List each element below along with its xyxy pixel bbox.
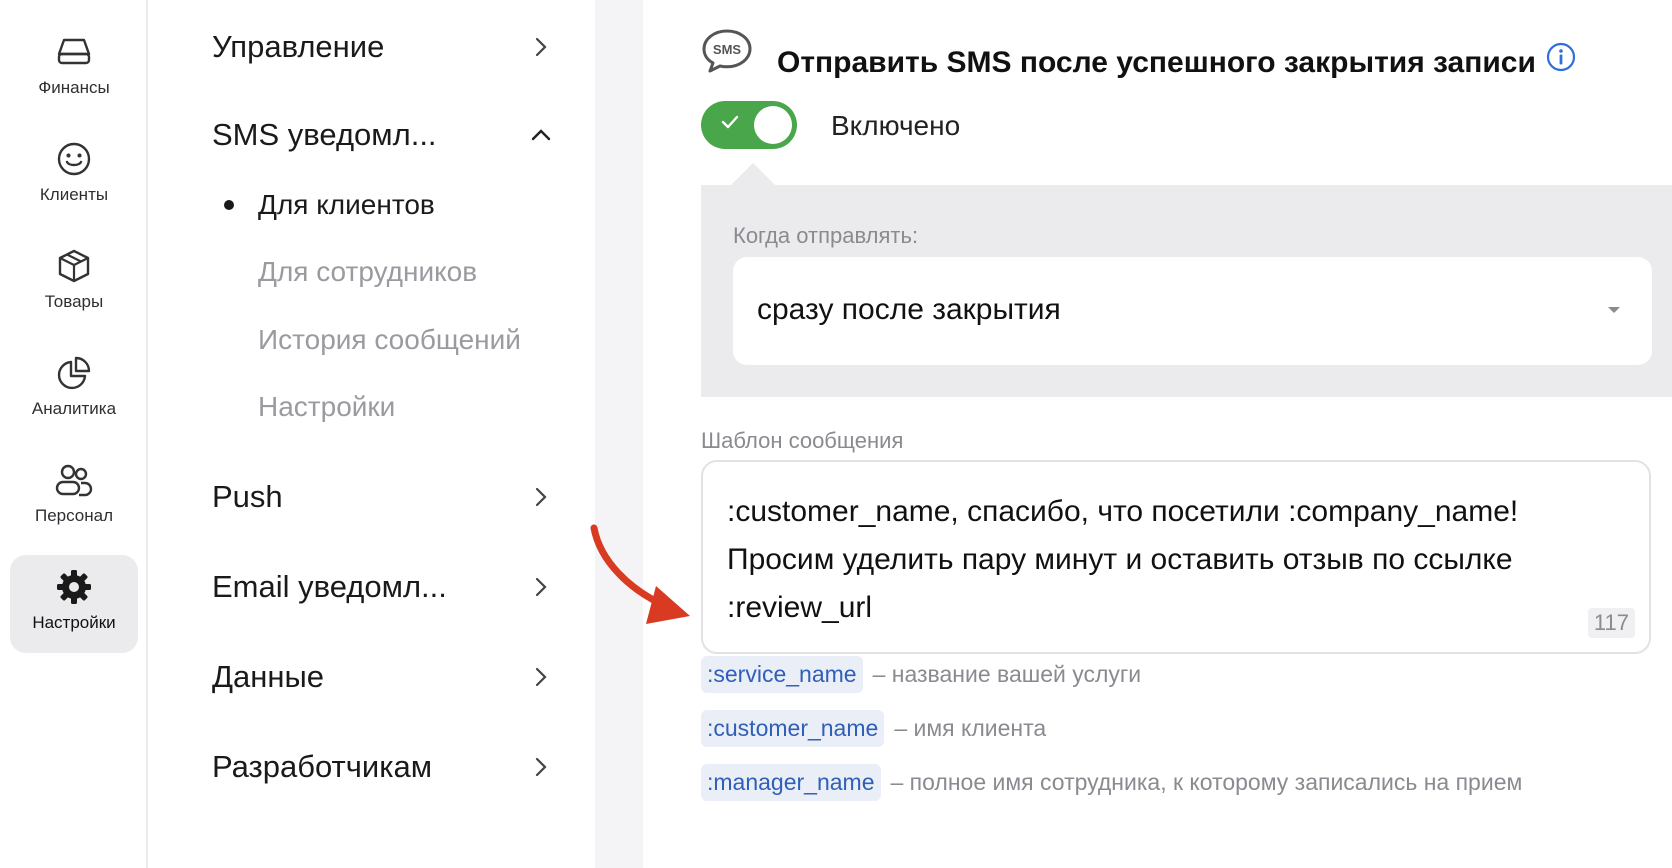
rail-item-analytics[interactable]: Аналитика	[10, 341, 138, 439]
menu-item-label: Push	[212, 479, 283, 514]
chevron-right-icon	[530, 666, 552, 688]
menu-item-email[interactable]: Email уведомл...	[212, 562, 552, 612]
rail-item-settings[interactable]: Настройки	[10, 555, 138, 653]
rail-item-label: Финансы	[38, 78, 110, 97]
variable-tag[interactable]: :customer_name	[701, 710, 885, 747]
chevron-up-icon	[530, 124, 552, 146]
menu-divider	[595, 0, 643, 868]
rail-item-label: Клиенты	[39, 185, 109, 204]
send-timing-select[interactable]: сразу после закрытия	[733, 257, 1652, 365]
check-icon	[721, 115, 739, 129]
active-bullet	[224, 200, 234, 210]
menu-item-label: Управление	[212, 29, 385, 64]
template-text: :customer_name, спасибо, что посетили :c…	[727, 495, 1519, 624]
template-label: Шаблон сообщения	[701, 428, 904, 453]
rail-item-staff[interactable]: Персонал	[10, 448, 138, 546]
send-timing-value: сразу после закрытия	[757, 293, 1061, 326]
panel-notch	[731, 163, 775, 185]
chevron-right-icon	[530, 486, 552, 508]
box-icon	[54, 246, 94, 286]
toggle-label: Включено	[831, 110, 961, 141]
wallet-icon	[54, 32, 94, 72]
toggle-knob	[754, 106, 792, 144]
menu-item-label: Email уведомл...	[212, 569, 447, 604]
submenu-item-clients[interactable]: Для клиентов	[258, 189, 435, 221]
menu-item-push[interactable]: Push	[212, 472, 552, 522]
char-counter: 117	[1587, 608, 1635, 638]
variable-row: :manager_name – полное имя сотрудника, к…	[701, 764, 1522, 801]
submenu-item-staff[interactable]: Для сотрудников	[258, 256, 477, 288]
rail-item-label: Персонал	[34, 506, 114, 525]
annotation-arrow-icon	[590, 524, 690, 624]
menu-item-developers[interactable]: Разработчикам	[212, 742, 552, 792]
smile-icon	[54, 139, 94, 179]
submenu-item-history[interactable]: История сообщений	[258, 324, 521, 356]
icon-rail: Финансы Клиенты Товары Аналитика Персона…	[0, 0, 148, 868]
variable-description: – полное имя сотрудника, к которому запи…	[890, 769, 1523, 795]
caret-down-icon	[1608, 307, 1620, 313]
gear-icon	[54, 567, 94, 607]
people-icon	[54, 460, 94, 500]
rail-item-label: Настройки	[32, 613, 116, 632]
sms-bubble-icon: SMS	[702, 29, 752, 73]
sms-badge-text: SMS	[713, 42, 742, 57]
page-title: Отправить SMS после успешного закрытия з…	[777, 46, 1536, 79]
chevron-right-icon	[530, 576, 552, 598]
menu-item-management[interactable]: Управление	[212, 22, 552, 72]
send-timing-label: Когда отправлять:	[733, 223, 919, 248]
submenu-item-settings[interactable]: Настройки	[258, 391, 395, 423]
rail-item-products[interactable]: Товары	[10, 234, 138, 332]
main-content: SMS Отправить SMS после успешного закрыт…	[643, 0, 1672, 868]
pie-chart-icon	[54, 353, 94, 393]
menu-item-label: SMS уведомл...	[212, 117, 437, 152]
variable-tag[interactable]: :service_name	[701, 656, 863, 693]
menu-item-data[interactable]: Данные	[212, 652, 552, 702]
enable-toggle[interactable]	[701, 101, 797, 149]
send-timing-panel: Когда отправлять: сразу после закрытия	[701, 185, 1672, 397]
variable-row: :service_name – название вашей услуги	[701, 656, 1141, 693]
menu-item-label: Разработчикам	[212, 749, 433, 784]
settings-menu: Управление SMS уведомл... Для клиентов Д…	[150, 0, 595, 868]
menu-item-label: Данные	[212, 659, 324, 694]
variable-description: – имя клиента	[894, 715, 1047, 741]
menu-item-sms[interactable]: SMS уведомл...	[212, 110, 552, 160]
chevron-right-icon	[530, 756, 552, 778]
chevron-right-icon	[530, 36, 552, 58]
template-textarea[interactable]: :customer_name, спасибо, что посетили :c…	[701, 460, 1651, 654]
variable-tag[interactable]: :manager_name	[701, 764, 881, 801]
variable-description: – название вашей услуги	[872, 661, 1142, 687]
info-icon[interactable]	[1546, 42, 1576, 72]
section-header: SMS Отправить SMS после успешного закрыт…	[701, 28, 1576, 80]
rail-item-clients[interactable]: Клиенты	[10, 127, 138, 225]
rail-item-label: Товары	[44, 292, 104, 311]
rail-item-finance[interactable]: Финансы	[10, 20, 138, 118]
rail-item-label: Аналитика	[31, 399, 117, 418]
variable-row: :customer_name – имя клиента	[701, 710, 1046, 747]
